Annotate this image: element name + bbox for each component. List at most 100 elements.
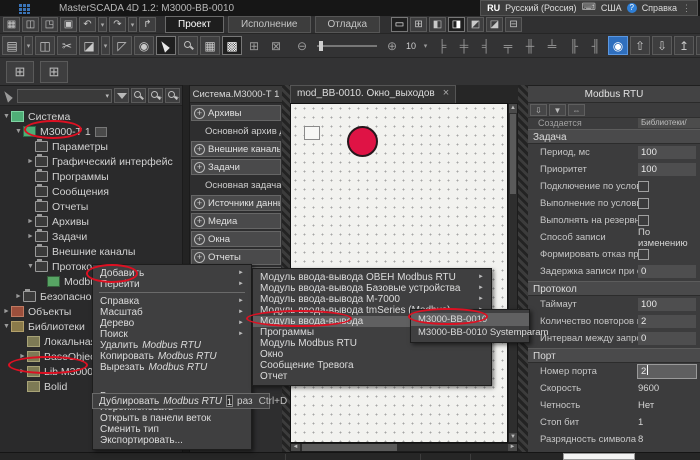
- import-branch-button[interactable]: ↱: [139, 17, 156, 32]
- structure-row-main-archive[interactable]: Основной архив дан: [191, 123, 281, 139]
- tab-debug[interactable]: Отладка: [315, 16, 381, 33]
- project-button[interactable]: ◫: [22, 17, 39, 32]
- vscroll-thumb[interactable]: [510, 114, 516, 194]
- write-mode-value[interactable]: По изменению: [638, 227, 700, 249]
- align-top-button[interactable]: ╤: [498, 36, 518, 55]
- scroll-right-icon[interactable]: ►: [508, 444, 517, 451]
- language-label[interactable]: Русский (Россия): [505, 3, 576, 13]
- expander-icon[interactable]: ▼: [26, 263, 35, 270]
- keyboard-layout-label[interactable]: США: [601, 3, 622, 13]
- tree-item-external-channels[interactable]: Внешние каналы: [0, 244, 182, 259]
- frame-tool-button[interactable]: ▭: [391, 17, 408, 32]
- structure-row-archives[interactable]: +Архивы: [191, 105, 281, 121]
- expander-icon[interactable]: ▼: [14, 128, 23, 135]
- hscroll-thumb[interactable]: [302, 444, 397, 451]
- menu-item-duplicate[interactable]: Дублировать Modbus RTU 1 раз Ctrl+D: [92, 393, 270, 409]
- zoom-tool-button[interactable]: [178, 36, 198, 55]
- structure-row-data-sources[interactable]: +Источники данных: [191, 195, 281, 211]
- expander-icon[interactable]: ▼: [2, 323, 11, 330]
- duplicate-button[interactable]: ◪: [79, 36, 99, 55]
- props-expand-button[interactable]: ⇔: [568, 104, 585, 116]
- scroll-left-icon[interactable]: ◄: [291, 444, 300, 451]
- zoom-out-button[interactable]: ⊖: [292, 36, 312, 55]
- stopbits-value[interactable]: 1: [638, 417, 643, 428]
- menu-item-copy[interactable]: КопироватьModbus RTU: [93, 351, 251, 362]
- section-task[interactable]: Задача: [528, 129, 700, 144]
- submenu-item-alarm-message[interactable]: Сообщение Тревога: [253, 360, 491, 371]
- search-next-button[interactable]: +: [148, 88, 163, 103]
- expand-plus-icon[interactable]: +: [194, 234, 205, 245]
- tree-item-system[interactable]: ▼Система: [0, 109, 182, 124]
- expand-plus-icon[interactable]: +: [194, 162, 205, 173]
- select-special-button[interactable]: ◸: [112, 36, 132, 55]
- cut-button[interactable]: ✂: [57, 36, 77, 55]
- structure-row-media[interactable]: +Медиа: [191, 213, 281, 229]
- expander-icon[interactable]: ►: [2, 308, 11, 315]
- redo-button[interactable]: ↷: [109, 17, 126, 32]
- grid-minor-button[interactable]: ⊞: [244, 36, 264, 55]
- distribute-v-button[interactable]: ╢: [586, 36, 606, 55]
- document-tab[interactable]: mod_BB-0010. Окно_выходов ×: [290, 85, 456, 103]
- expander-icon[interactable]: ▼: [2, 113, 11, 120]
- cursor-tool-button[interactable]: [156, 36, 176, 55]
- structure-row-tasks[interactable]: +Задачи: [191, 159, 281, 175]
- tree-item-parameters[interactable]: Параметры: [0, 139, 182, 154]
- preview-button[interactable]: ◉: [608, 36, 628, 55]
- panel-config-button[interactable]: ▦: [3, 17, 20, 32]
- canvas-circle-shape[interactable]: [347, 126, 378, 157]
- menu-item-tree[interactable]: Дерево►: [93, 318, 251, 329]
- menu-item-cut[interactable]: ВырезатьModbus RTU: [93, 362, 251, 373]
- reserve-checkbox[interactable]: [638, 215, 649, 226]
- send-backward-button[interactable]: ↧: [696, 36, 700, 55]
- menu-item-scale[interactable]: Масштаб►: [93, 307, 251, 318]
- panel-left-button[interactable]: ◧: [429, 17, 446, 32]
- save-button[interactable]: ▣: [60, 17, 77, 32]
- copy-button[interactable]: ◫: [35, 36, 55, 55]
- open-button[interactable]: ◳: [41, 17, 58, 32]
- retries-input[interactable]: 2: [638, 315, 696, 328]
- panel-right-button[interactable]: ◨: [448, 17, 465, 32]
- grid-show-button[interactable]: ▦: [200, 36, 220, 55]
- align-right-button[interactable]: ╡: [476, 36, 496, 55]
- align-left-button[interactable]: ╞: [432, 36, 452, 55]
- menu-item-search[interactable]: Поиск►: [93, 329, 251, 340]
- overflow-menu-icon[interactable]: ⋮: [682, 3, 691, 14]
- expand-plus-icon[interactable]: +: [194, 144, 205, 155]
- expander-icon[interactable]: ►: [18, 353, 27, 360]
- filter-button[interactable]: [114, 88, 129, 103]
- canvas-square-shape[interactable]: [304, 126, 320, 140]
- tree-item-tasks[interactable]: ►Задачи: [0, 229, 182, 244]
- language-badge[interactable]: RU: [487, 3, 500, 13]
- write-delay-input[interactable]: 0: [638, 265, 696, 278]
- add-object-button[interactable]: ⊞: [40, 61, 68, 83]
- undo-dropdown[interactable]: ▾: [98, 17, 107, 32]
- structure-row-windows[interactable]: +Окна: [191, 231, 281, 247]
- submenu-item-m3000-bb-0010-systemparam[interactable]: M3000-BB-0010 Systemparam: [411, 326, 529, 339]
- menu-item-export[interactable]: Экспортировать...: [93, 435, 251, 446]
- submenu-item-oven-modbus[interactable]: Модуль ввода-вывода ОВЕН Modbus RTU►: [253, 272, 491, 283]
- bring-front-button[interactable]: ⇧: [630, 36, 650, 55]
- port-number-input[interactable]: 2: [638, 365, 696, 378]
- canvas-hscrollbar[interactable]: ◄ ►: [290, 443, 518, 452]
- expander-icon[interactable]: ►: [26, 158, 35, 165]
- redo-dropdown[interactable]: ▾: [128, 17, 137, 32]
- grid-snap-button[interactable]: ▩: [222, 36, 242, 55]
- help-link[interactable]: Справка: [642, 3, 677, 13]
- submenu-item-m3000-bb-0010[interactable]: M3000-BB-0010: [411, 313, 529, 326]
- tree-item-m3000[interactable]: ▼M3000-Т 1: [0, 124, 182, 139]
- expander-icon[interactable]: ►: [14, 293, 23, 300]
- period-input[interactable]: 100: [638, 146, 696, 159]
- add-element-button[interactable]: ⊞: [6, 61, 34, 83]
- parity-value[interactable]: Нет: [638, 400, 654, 411]
- bring-forward-button[interactable]: ↥: [674, 36, 694, 55]
- paste-dropdown[interactable]: ▾: [24, 36, 33, 55]
- structure-row-main-task[interactable]: Основная задача: [191, 177, 281, 193]
- menu-item-goto[interactable]: Перейти►: [93, 279, 251, 290]
- tree-item-gui[interactable]: ►Графический интерфейс: [0, 154, 182, 169]
- undo-button[interactable]: ↶: [79, 17, 96, 32]
- props-send-button[interactable]: ⇩: [530, 104, 547, 116]
- align-middle-button[interactable]: ╫: [520, 36, 540, 55]
- connect-condition-checkbox[interactable]: [638, 181, 649, 192]
- priority-input[interactable]: 100: [638, 163, 696, 176]
- baudrate-value[interactable]: 9600: [638, 383, 659, 394]
